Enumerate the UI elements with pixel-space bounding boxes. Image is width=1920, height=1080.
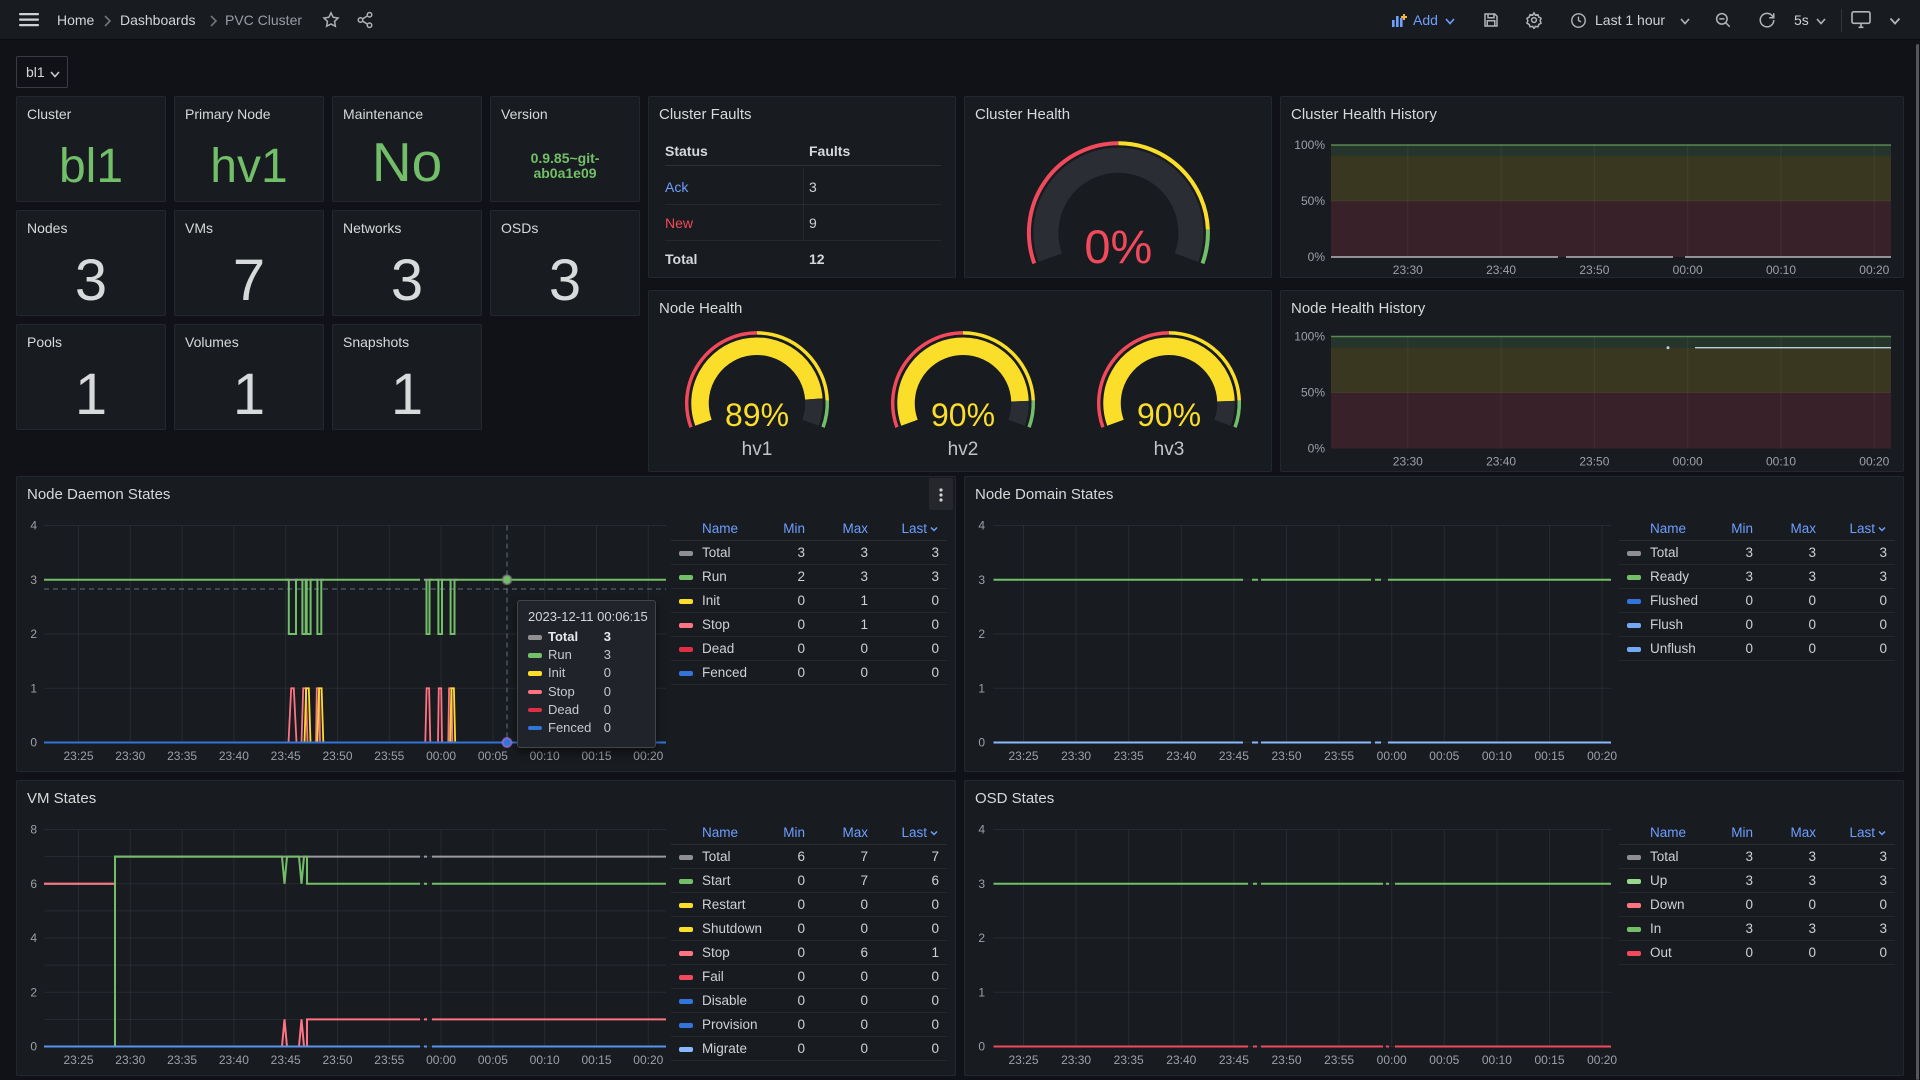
svg-text:00:10: 00:10 (1766, 263, 1796, 277)
svg-text:89%: 89% (725, 397, 789, 433)
svg-text:23:45: 23:45 (1219, 1053, 1249, 1067)
svg-text:23:30: 23:30 (1061, 749, 1091, 763)
svg-text:23:40: 23:40 (1166, 1053, 1196, 1067)
svg-text:00:00: 00:00 (1673, 263, 1703, 277)
svg-text:50%: 50% (1301, 386, 1325, 400)
svg-text:23:45: 23:45 (1219, 749, 1249, 763)
svg-text:00:05: 00:05 (1429, 1053, 1459, 1067)
svg-text:8: 8 (30, 823, 37, 837)
svg-text:23:40: 23:40 (1486, 263, 1516, 277)
svg-text:23:30: 23:30 (1393, 455, 1423, 469)
svg-text:1: 1 (30, 681, 37, 695)
svg-text:hv3: hv3 (1154, 439, 1185, 460)
svg-text:00:15: 00:15 (1534, 749, 1564, 763)
svg-text:23:35: 23:35 (1114, 749, 1144, 763)
svg-text:4: 4 (30, 519, 37, 533)
svg-text:23:30: 23:30 (1393, 263, 1423, 277)
svg-text:00:05: 00:05 (1429, 749, 1459, 763)
svg-text:4: 4 (30, 931, 37, 945)
svg-text:0%: 0% (1084, 220, 1152, 273)
svg-text:00:00: 00:00 (426, 1053, 456, 1067)
svg-text:00:10: 00:10 (530, 1053, 560, 1067)
svg-text:00:00: 00:00 (1673, 455, 1703, 469)
svg-text:90%: 90% (931, 397, 995, 433)
svg-text:100%: 100% (1294, 138, 1325, 152)
svg-text:00:00: 00:00 (1377, 749, 1407, 763)
svg-text:hv2: hv2 (948, 439, 979, 460)
svg-text:00:15: 00:15 (581, 749, 611, 763)
svg-text:23:25: 23:25 (63, 1053, 93, 1067)
svg-text:0%: 0% (1308, 250, 1326, 264)
svg-text:00:05: 00:05 (478, 749, 508, 763)
svg-text:23:45: 23:45 (271, 1053, 301, 1067)
svg-text:2: 2 (978, 627, 985, 641)
svg-text:00:10: 00:10 (1482, 749, 1512, 763)
svg-text:4: 4 (978, 823, 985, 837)
svg-text:3: 3 (30, 573, 37, 587)
svg-text:23:30: 23:30 (1061, 1053, 1091, 1067)
svg-text:2: 2 (978, 931, 985, 945)
svg-text:23:40: 23:40 (1166, 749, 1196, 763)
svg-text:23:35: 23:35 (167, 1053, 197, 1067)
svg-text:00:20: 00:20 (1859, 455, 1889, 469)
svg-text:00:20: 00:20 (633, 749, 663, 763)
svg-text:100%: 100% (1294, 330, 1325, 344)
svg-text:00:20: 00:20 (1587, 749, 1617, 763)
svg-text:23:30: 23:30 (115, 749, 145, 763)
svg-text:23:35: 23:35 (1114, 1053, 1144, 1067)
svg-text:23:50: 23:50 (1579, 455, 1609, 469)
svg-text:00:00: 00:00 (1377, 1053, 1407, 1067)
svg-text:00:20: 00:20 (1859, 263, 1889, 277)
svg-text:0: 0 (978, 1040, 985, 1054)
svg-text:1: 1 (978, 985, 985, 999)
svg-text:0: 0 (30, 736, 37, 750)
svg-text:23:25: 23:25 (1008, 749, 1038, 763)
svg-text:1: 1 (978, 681, 985, 695)
svg-text:23:40: 23:40 (219, 1053, 249, 1067)
svg-text:00:10: 00:10 (1482, 1053, 1512, 1067)
svg-text:23:40: 23:40 (1486, 455, 1516, 469)
svg-text:00:10: 00:10 (530, 749, 560, 763)
svg-text:50%: 50% (1301, 194, 1325, 208)
svg-text:00:00: 00:00 (426, 749, 456, 763)
svg-text:90%: 90% (1137, 397, 1201, 433)
svg-text:4: 4 (978, 519, 985, 533)
svg-text:00:10: 00:10 (1766, 455, 1796, 469)
svg-text:23:30: 23:30 (115, 1053, 145, 1067)
svg-text:23:55: 23:55 (1324, 1053, 1354, 1067)
svg-text:23:50: 23:50 (1271, 1053, 1301, 1067)
svg-text:2: 2 (30, 985, 37, 999)
svg-text:23:25: 23:25 (1008, 1053, 1038, 1067)
svg-text:6: 6 (30, 877, 37, 891)
svg-text:hv1: hv1 (742, 439, 773, 460)
svg-text:0: 0 (30, 1040, 37, 1054)
svg-text:2: 2 (30, 627, 37, 641)
svg-text:23:35: 23:35 (167, 749, 197, 763)
svg-text:23:50: 23:50 (1271, 749, 1301, 763)
svg-text:23:50: 23:50 (322, 1053, 352, 1067)
svg-text:0: 0 (978, 736, 985, 750)
svg-text:00:15: 00:15 (581, 1053, 611, 1067)
svg-text:0%: 0% (1308, 442, 1326, 456)
svg-text:23:40: 23:40 (219, 749, 249, 763)
svg-text:00:20: 00:20 (1587, 1053, 1617, 1067)
svg-text:23:25: 23:25 (63, 749, 93, 763)
svg-text:23:50: 23:50 (1579, 263, 1609, 277)
svg-text:00:15: 00:15 (1534, 1053, 1564, 1067)
svg-text:23:55: 23:55 (1324, 749, 1354, 763)
svg-text:23:45: 23:45 (271, 749, 301, 763)
svg-text:3: 3 (978, 877, 985, 891)
svg-text:23:55: 23:55 (374, 1053, 404, 1067)
svg-text:23:55: 23:55 (374, 749, 404, 763)
svg-text:00:05: 00:05 (478, 1053, 508, 1067)
svg-text:3: 3 (978, 573, 985, 587)
svg-text:00:20: 00:20 (633, 1053, 663, 1067)
svg-text:23:50: 23:50 (322, 749, 352, 763)
